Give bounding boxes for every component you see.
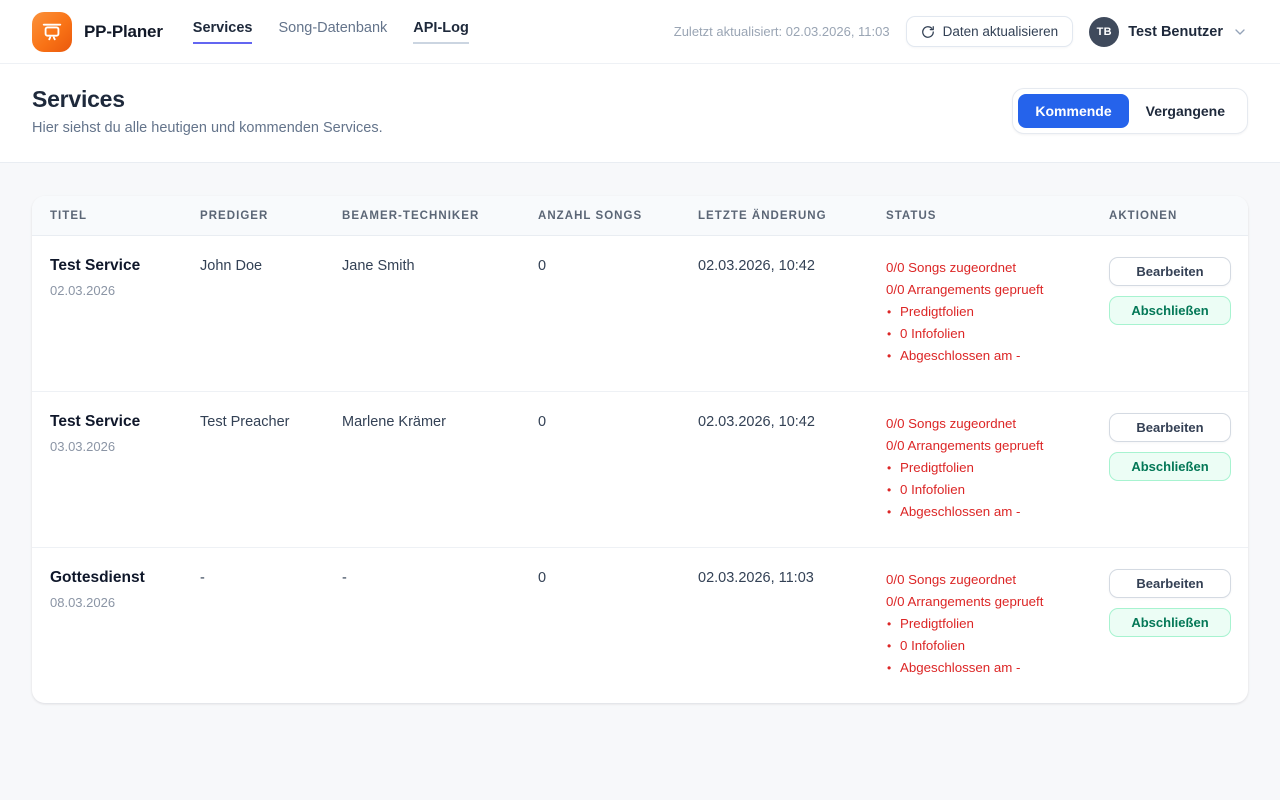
- status-line: 0/0 Songs zugeordnet: [886, 569, 1109, 591]
- status-line: 0/0 Arrangements geprueft: [886, 591, 1109, 613]
- column-header-letzte-aenderung: LETZTE ÄNDERUNG: [698, 210, 886, 222]
- cell-status: 0/0 Songs zugeordnet 0/0 Arrangements ge…: [886, 569, 1109, 679]
- cell-title: Test Service 02.03.2026: [50, 257, 200, 367]
- edit-button[interactable]: Bearbeiten: [1109, 413, 1231, 442]
- refresh-button-label: Daten aktualisieren: [943, 24, 1059, 39]
- service-title: Gottesdienst: [50, 569, 200, 587]
- topbar-right: Zuletzt aktualisiert: 02.03.2026, 11:03 …: [674, 16, 1248, 47]
- brand-name: PP-Planer: [84, 22, 163, 42]
- status-line: Predigtfolien: [886, 613, 1109, 635]
- content-area: TITEL PREDIGER BEAMER-TECHNIKER ANZAHL S…: [0, 163, 1280, 703]
- status-line: Abgeschlossen am -: [886, 345, 1109, 367]
- cell-preacher: Test Preacher: [200, 413, 342, 523]
- edit-button[interactable]: Bearbeiten: [1109, 569, 1231, 598]
- status-line: 0/0 Songs zugeordnet: [886, 413, 1109, 435]
- column-header-titel: TITEL: [50, 210, 200, 222]
- refresh-icon: [921, 25, 935, 39]
- column-header-aktionen: AKTIONEN: [1109, 210, 1231, 222]
- cell-title: Gottesdienst 08.03.2026: [50, 569, 200, 679]
- status-line: 0 Infofolien: [886, 479, 1109, 501]
- cell-beamer-technician: -: [342, 569, 538, 679]
- cell-last-change: 02.03.2026, 11:03: [698, 569, 886, 679]
- cell-last-change: 02.03.2026, 10:42: [698, 257, 886, 367]
- cell-beamer-technician: Jane Smith: [342, 257, 538, 367]
- nav-item-song-datenbank[interactable]: Song-Datenbank: [278, 20, 387, 44]
- table-row: Gottesdienst 08.03.2026 - - 0 02.03.2026…: [32, 548, 1248, 703]
- chevron-down-icon: [1232, 24, 1248, 40]
- status-line: Predigtfolien: [886, 457, 1109, 479]
- service-title: Test Service: [50, 413, 200, 431]
- cell-song-count: 0: [538, 257, 698, 367]
- nav-item-api-log[interactable]: API-Log: [413, 20, 469, 44]
- status-line: 0 Infofolien: [886, 323, 1109, 345]
- page-subtitle: Hier siehst du alle heutigen und kommend…: [32, 120, 383, 136]
- column-header-status: STATUS: [886, 210, 1109, 222]
- avatar: TB: [1089, 17, 1119, 47]
- filter-kommende-button[interactable]: Kommende: [1018, 94, 1128, 128]
- service-date: 02.03.2026: [50, 283, 200, 298]
- cell-song-count: 0: [538, 413, 698, 523]
- cell-status: 0/0 Songs zugeordnet 0/0 Arrangements ge…: [886, 257, 1109, 367]
- table-row: Test Service 03.03.2026 Test Preacher Ma…: [32, 392, 1248, 548]
- cell-last-change: 02.03.2026, 10:42: [698, 413, 886, 523]
- service-date: 03.03.2026: [50, 439, 200, 454]
- column-header-anzahl-songs: ANZAHL SONGS: [538, 210, 698, 222]
- page-header-text: Services Hier siehst du alle heutigen un…: [32, 86, 383, 136]
- cell-actions: Bearbeiten Abschließen: [1109, 257, 1231, 367]
- nav-item-services[interactable]: Services: [193, 20, 253, 44]
- cell-beamer-technician: Marlene Krämer: [342, 413, 538, 523]
- service-title: Test Service: [50, 257, 200, 275]
- filter-toggle-group: Kommende Vergangene: [1012, 88, 1248, 134]
- status-line: 0 Infofolien: [886, 635, 1109, 657]
- user-name: Test Benutzer: [1128, 24, 1223, 40]
- projector-icon: [41, 21, 63, 43]
- user-menu[interactable]: TB Test Benutzer: [1089, 17, 1248, 47]
- finish-button[interactable]: Abschließen: [1109, 296, 1231, 325]
- column-header-prediger: PREDIGER: [200, 210, 342, 222]
- cell-title: Test Service 03.03.2026: [50, 413, 200, 523]
- status-line: 0/0 Arrangements geprueft: [886, 279, 1109, 301]
- finish-button[interactable]: Abschließen: [1109, 608, 1231, 637]
- status-line: 0/0 Songs zugeordnet: [886, 257, 1109, 279]
- filter-vergangene-button[interactable]: Vergangene: [1129, 94, 1242, 128]
- services-table-card: TITEL PREDIGER BEAMER-TECHNIKER ANZAHL S…: [32, 196, 1248, 703]
- finish-button[interactable]: Abschließen: [1109, 452, 1231, 481]
- edit-button[interactable]: Bearbeiten: [1109, 257, 1231, 286]
- brand: PP-Planer: [32, 12, 163, 52]
- app-logo: [32, 12, 72, 52]
- topbar: PP-Planer Services Song-Datenbank API-Lo…: [0, 0, 1280, 64]
- status-line: 0/0 Arrangements geprueft: [886, 435, 1109, 457]
- page-title: Services: [32, 86, 383, 113]
- main-nav: Services Song-Datenbank API-Log: [193, 20, 469, 44]
- table-row: Test Service 02.03.2026 John Doe Jane Sm…: [32, 236, 1248, 392]
- status-line: Predigtfolien: [886, 301, 1109, 323]
- refresh-data-button[interactable]: Daten aktualisieren: [906, 16, 1074, 47]
- cell-song-count: 0: [538, 569, 698, 679]
- cell-actions: Bearbeiten Abschließen: [1109, 413, 1231, 523]
- cell-preacher: John Doe: [200, 257, 342, 367]
- cell-actions: Bearbeiten Abschließen: [1109, 569, 1231, 679]
- cell-status: 0/0 Songs zugeordnet 0/0 Arrangements ge…: [886, 413, 1109, 523]
- column-header-beamer-techniker: BEAMER-TECHNIKER: [342, 210, 538, 222]
- page-header: Services Hier siehst du alle heutigen un…: [0, 64, 1280, 163]
- last-updated-text: Zuletzt aktualisiert: 02.03.2026, 11:03: [674, 24, 890, 39]
- table-header-row: TITEL PREDIGER BEAMER-TECHNIKER ANZAHL S…: [32, 196, 1248, 236]
- status-line: Abgeschlossen am -: [886, 657, 1109, 679]
- cell-preacher: -: [200, 569, 342, 679]
- service-date: 08.03.2026: [50, 595, 200, 610]
- status-line: Abgeschlossen am -: [886, 501, 1109, 523]
